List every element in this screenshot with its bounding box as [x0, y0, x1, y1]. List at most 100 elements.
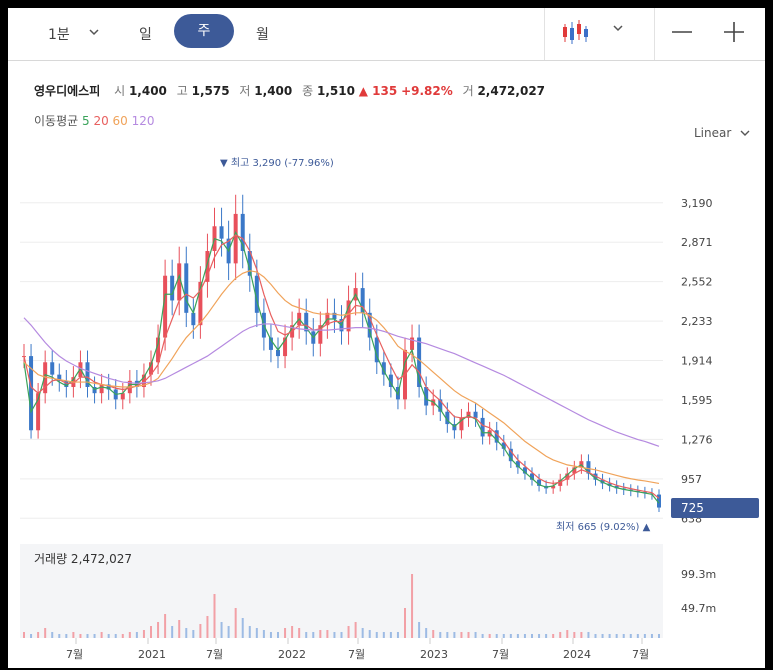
volume-bar	[629, 634, 632, 638]
y-tick-label: 1,595	[681, 394, 713, 407]
price-chart[interactable]: 3,1902,8712,5522,2331,9141,5951,27695763…	[8, 8, 765, 668]
volume-bar	[474, 632, 477, 638]
volume-bar	[23, 632, 25, 638]
candle-body	[480, 417, 485, 437]
volume-bar	[601, 634, 604, 638]
volume-bar	[255, 628, 258, 638]
volume-bar	[425, 628, 428, 638]
volume-bar	[135, 632, 138, 638]
volume-bar	[516, 634, 519, 638]
x-tick-label: 2023	[420, 648, 448, 661]
x-tick-label: 7월	[632, 648, 649, 661]
low-annotation: 최저 665 (9.02%) ▲	[556, 521, 651, 533]
volume-bar	[51, 632, 54, 638]
candle-body	[191, 312, 196, 326]
volume-bar	[594, 634, 597, 638]
y-tick-label: 3,190	[681, 197, 713, 210]
volume-bar	[72, 632, 75, 638]
x-tick-label: 7월	[66, 648, 83, 661]
volume-bar	[523, 634, 526, 638]
x-tick-label: 2022	[278, 648, 306, 661]
candle-body	[50, 362, 55, 375]
volume-bar	[291, 626, 294, 638]
volume-bar	[192, 630, 195, 638]
volume-bar	[262, 630, 265, 638]
volume-bar	[354, 622, 357, 638]
volume-bar	[538, 634, 541, 638]
volume-bar	[404, 608, 406, 638]
high-annotation: ▼ 최고 3,290 (-77.96%)	[220, 157, 334, 169]
volume-bar	[608, 634, 611, 638]
volume-bar	[587, 632, 590, 638]
volume-bar	[298, 628, 301, 638]
y-tick-label: 2,871	[681, 236, 713, 249]
volume-bar	[220, 622, 223, 638]
volume-bar	[559, 632, 562, 638]
volume-bar	[312, 632, 315, 638]
volume-bar	[284, 628, 287, 638]
volume-bar	[347, 626, 350, 638]
volume-bar	[121, 634, 124, 638]
volume-bar	[531, 634, 533, 638]
volume-bar	[361, 628, 364, 638]
volume-bar	[636, 634, 639, 638]
candle-body	[99, 384, 104, 394]
volume-bar	[615, 634, 618, 638]
volume-bar	[114, 634, 117, 638]
volume-bar	[566, 630, 569, 638]
volume-bar	[248, 626, 251, 638]
volume-bar	[241, 618, 244, 638]
volume-bar	[65, 634, 68, 638]
volume-bar	[382, 632, 385, 638]
volume-bar	[107, 634, 110, 638]
volume-bar	[44, 628, 47, 638]
volume-bar	[552, 634, 555, 638]
volume-tick-label: 49.7m	[681, 602, 716, 615]
y-tick-label: 2,552	[681, 276, 713, 289]
volume-bar	[277, 632, 279, 638]
x-tick-label: 7월	[348, 648, 365, 661]
volume-bar	[142, 630, 145, 638]
volume-bar	[580, 632, 583, 638]
volume-bar	[643, 634, 646, 638]
volume-tick-label: 99.3m	[681, 568, 716, 581]
volume-bar	[439, 632, 442, 638]
candle-body	[184, 263, 189, 313]
volume-bar	[213, 594, 216, 638]
volume-bar	[396, 632, 399, 638]
y-tick-label: 1,276	[681, 433, 713, 446]
volume-bar	[368, 630, 371, 638]
volume-bar	[650, 634, 653, 638]
current-price-badge: 725	[671, 498, 759, 518]
volume-bar	[206, 616, 209, 638]
volume-bar	[185, 628, 188, 638]
volume-bar	[333, 632, 336, 638]
volume-bar	[418, 622, 421, 638]
x-tick-label: 2021	[138, 648, 166, 661]
volume-bar	[446, 632, 449, 638]
volume-bar	[467, 632, 470, 638]
candle-body	[120, 393, 125, 400]
volume-bar	[389, 632, 392, 638]
volume-bar	[37, 632, 40, 638]
volume-bar	[481, 634, 484, 638]
ma-line-20	[23, 234, 660, 499]
volume-bar	[411, 574, 414, 638]
volume-bar	[30, 634, 33, 638]
y-tick-label: 1,914	[681, 355, 713, 368]
volume-bar	[234, 608, 237, 638]
candle-body	[473, 411, 478, 418]
volume-bar	[495, 634, 498, 638]
candle-body	[170, 275, 175, 301]
volume-bar	[93, 634, 96, 638]
volume-title: 거래량 2,472,027	[34, 552, 133, 566]
volume-bar	[488, 634, 491, 638]
volume-bar	[305, 632, 308, 638]
volume-bar	[150, 626, 152, 638]
volume-bar	[509, 634, 512, 638]
volume-bar	[164, 614, 167, 638]
y-tick-label: 2,233	[681, 315, 713, 328]
x-tick-label: 2024	[563, 648, 591, 661]
candle-body	[233, 213, 238, 264]
volume-bar	[157, 622, 160, 638]
